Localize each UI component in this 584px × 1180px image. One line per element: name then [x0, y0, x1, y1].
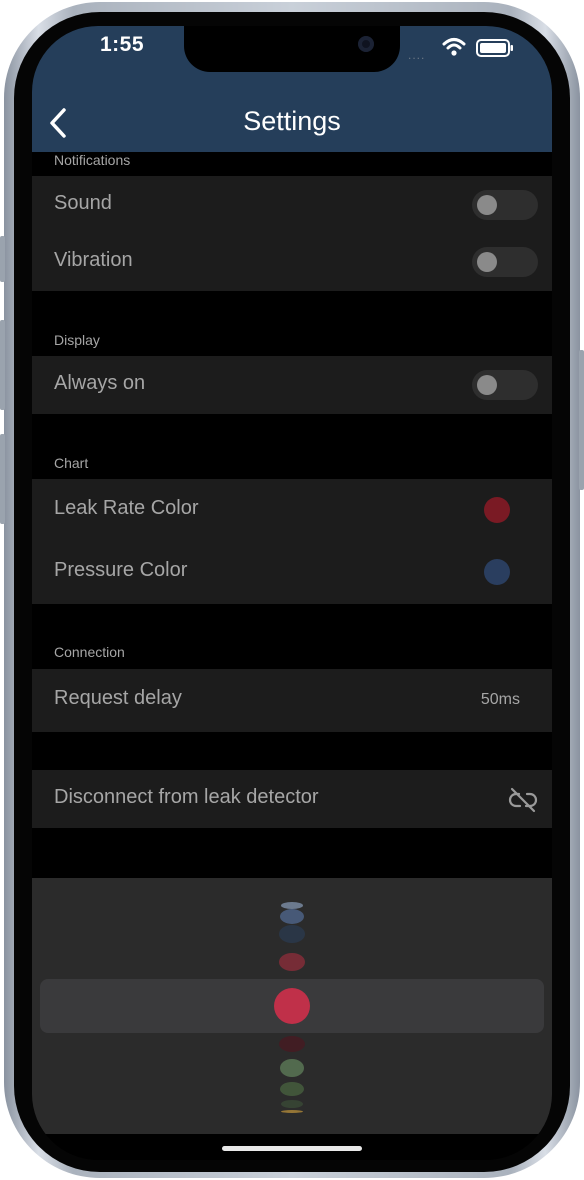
color-swatch[interactable]: [279, 953, 305, 971]
side-button-volume-down: [0, 434, 5, 524]
color-picker[interactable]: [32, 878, 552, 1134]
vibration-row[interactable]: Vibration: [32, 233, 552, 290]
side-button-power: [579, 350, 584, 490]
side-button-silent: [0, 236, 5, 282]
section-label-chart: Chart: [54, 455, 89, 471]
vibration-toggle[interactable]: [472, 247, 538, 277]
status-time: 1:55: [100, 33, 145, 56]
toggle-knob: [477, 252, 497, 272]
battery-icon: [476, 39, 513, 57]
color-swatch[interactable]: [281, 901, 303, 909]
status-icons: ....: [408, 36, 528, 62]
color-swatch[interactable]: [280, 1082, 304, 1096]
disconnect-label: Disconnect from leak detector: [54, 786, 319, 808]
sound-toggle[interactable]: [472, 190, 538, 220]
always-on-label: Always on: [54, 372, 146, 394]
disconnect-row[interactable]: Disconnect from leak detector: [32, 770, 552, 827]
leak-rate-color-swatch[interactable]: [484, 497, 510, 523]
notch: [184, 26, 400, 72]
color-swatch[interactable]: [281, 1109, 303, 1113]
always-on-toggle[interactable]: [472, 370, 538, 400]
section-label-connection: Connection: [54, 644, 125, 660]
screen: 1:55 .... Settings Notifications Sound V…: [32, 26, 552, 1160]
sound-row[interactable]: Sound: [32, 176, 552, 233]
section-label-notifications: Notifications: [54, 152, 131, 168]
connection-group: Request delay 50ms: [32, 669, 552, 732]
request-delay-row[interactable]: Request delay 50ms: [32, 671, 552, 728]
always-on-row[interactable]: Always on: [32, 356, 552, 413]
pressure-color-swatch[interactable]: [484, 559, 510, 585]
request-delay-value: 50ms: [480, 691, 520, 708]
color-swatch[interactable]: [279, 1036, 305, 1052]
unlink-icon[interactable]: [508, 786, 538, 814]
color-swatch[interactable]: [279, 925, 305, 943]
vibration-label: Vibration: [54, 249, 133, 271]
app-header: 1:55 .... Settings: [32, 26, 552, 152]
home-indicator[interactable]: [222, 1146, 362, 1151]
leak-rate-color-row[interactable]: Leak Rate Color: [32, 481, 552, 538]
camera: [358, 36, 374, 52]
request-delay-label: Request delay: [54, 687, 182, 709]
sound-label: Sound: [54, 192, 112, 214]
side-button-volume-up: [0, 320, 5, 410]
notifications-group: Sound Vibration: [32, 176, 552, 291]
selected-color-swatch[interactable]: [274, 988, 310, 1024]
section-label-display: Display: [54, 332, 100, 348]
pressure-color-row[interactable]: Pressure Color: [32, 543, 552, 600]
color-swatch[interactable]: [280, 1059, 304, 1077]
color-swatch[interactable]: [281, 1100, 303, 1108]
leak-rate-color-label: Leak Rate Color: [54, 497, 199, 519]
pressure-color-label: Pressure Color: [54, 559, 188, 581]
toggle-knob: [477, 195, 497, 215]
wifi-icon: [442, 38, 466, 56]
signal-icon: ....: [408, 48, 426, 62]
disconnect-group: Disconnect from leak detector: [32, 770, 552, 828]
chart-group: Leak Rate Color Pressure Color: [32, 479, 552, 604]
color-swatch[interactable]: [280, 908, 304, 924]
toggle-knob: [477, 375, 497, 395]
page-title: Settings: [243, 106, 341, 136]
display-group: Always on: [32, 356, 552, 414]
